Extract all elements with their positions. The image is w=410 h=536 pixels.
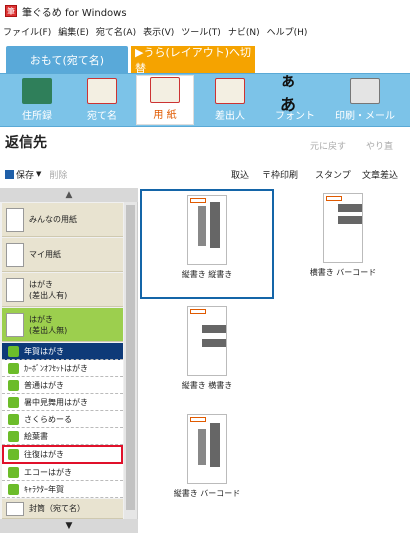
save-icon [5, 169, 14, 179]
undo-button[interactable]: 元に戻す [310, 139, 346, 152]
category-postcard-no-sender[interactable]: はがき (差出人無) [2, 308, 123, 342]
printer-icon [350, 78, 380, 104]
envelope-icon [6, 501, 24, 516]
paper-card[interactable]: 横書き バーコード [276, 189, 410, 299]
paper-card[interactable]: 縦書き バーコード [140, 410, 274, 515]
postcard-preview [187, 195, 227, 265]
item-icon [8, 483, 19, 495]
list-item[interactable]: ｶｰﾎﾞﾝｵﾌｾｯﾄはがき [2, 360, 123, 377]
menu-tools[interactable]: ツール(T) [181, 25, 221, 38]
tab-front[interactable]: おもて(宛て名) [6, 46, 128, 73]
frame-print-button[interactable]: 〒枠印刷 [262, 168, 298, 181]
address-book-icon [22, 78, 52, 104]
item-icon [8, 379, 19, 391]
postcard-icon [6, 312, 24, 337]
tab-back[interactable]: ▶うら(レイアウト)へ切替 [131, 46, 255, 75]
menu-navi[interactable]: ナビ(N) [228, 25, 260, 38]
tool-addressee[interactable]: 宛て名 [73, 75, 131, 125]
list-item[interactable]: エコーはがき [2, 464, 123, 481]
item-icon [8, 362, 19, 374]
item-icon [8, 345, 19, 357]
list-item[interactable]: さくらめーる [2, 411, 123, 428]
tool-address-book[interactable]: 住所録 [8, 75, 66, 125]
list-item[interactable]: 絵葉書 [2, 428, 123, 445]
paper-icon [150, 77, 180, 103]
postcard-preview [323, 193, 363, 263]
list-item[interactable]: ｷｬﾗｸﾀｰ年賀 [2, 481, 123, 498]
paper-icon [6, 242, 24, 267]
tool-font[interactable]: ぁあ フォント [266, 71, 324, 125]
paper-icon [6, 207, 24, 232]
paper-card[interactable]: 縦書き 横書き [140, 302, 274, 407]
category-envelope[interactable]: 封筒（宛て名） [2, 499, 123, 519]
menu-help[interactable]: ヘルプ(H) [267, 25, 308, 38]
postcard-preview [187, 414, 227, 484]
item-icon [8, 413, 19, 425]
sender-icon [215, 78, 245, 104]
font-icon: ぁあ [280, 71, 297, 114]
paper-card[interactable]: 縦書き 縦書き [140, 189, 274, 299]
action-bar: 保存 ▼ 削除 取込 〒枠印刷 スタンプ 文章差込 [0, 164, 410, 184]
title-bar: 筆 筆ぐるめ for Windows [0, 0, 410, 22]
section-title: 返信先 [5, 135, 47, 151]
list-item[interactable]: 暑中見舞用はがき [2, 394, 123, 411]
item-icon [8, 430, 19, 442]
postcard-icon [6, 277, 24, 302]
take-button[interactable]: 取込 [231, 168, 249, 181]
tool-sender[interactable]: 差出人 [201, 75, 259, 125]
tool-paper[interactable]: 用 紙 [136, 75, 194, 125]
list-item[interactable]: 普通はがき [2, 377, 123, 394]
scrollbar-thumb[interactable] [126, 205, 135, 510]
delete-button[interactable]: 削除 [49, 168, 67, 181]
scroll-down-button[interactable]: ▼ [0, 519, 138, 533]
window-title: 筆ぐるめ for Windows [22, 7, 127, 19]
item-icon [8, 466, 19, 478]
menu-bar: ファイル(F) 編集(E) 宛て名(A) 表示(V) ツール(T) ナビ(N) … [0, 22, 410, 41]
postcard-preview [187, 306, 227, 376]
item-icon [8, 396, 19, 408]
selection-highlight [2, 445, 123, 464]
app-icon: 筆 [5, 5, 17, 17]
list-item[interactable]: 年賀はがき [2, 343, 123, 360]
tool-print-mail[interactable]: 印刷・メール [330, 75, 400, 125]
stamp-button[interactable]: スタンプ [315, 168, 351, 181]
addressee-icon [87, 78, 117, 104]
scroll-up-button[interactable]: ▲ [0, 188, 138, 202]
insert-text-button[interactable]: 文章差込 [362, 168, 398, 181]
menu-view[interactable]: 表示(V) [143, 25, 174, 38]
menu-edit[interactable]: 編集(E) [58, 25, 89, 38]
chevron-down-icon[interactable]: ▼ [36, 170, 41, 178]
category-everyone-paper[interactable]: みんなの用紙 [2, 203, 123, 237]
save-button[interactable]: 保存 [16, 168, 34, 181]
redo-button[interactable]: やり直 [366, 139, 393, 152]
menu-file[interactable]: ファイル(F) [3, 25, 51, 38]
category-my-paper[interactable]: マイ用紙 [2, 238, 123, 272]
menu-address[interactable]: 宛て名(A) [96, 25, 136, 38]
category-postcard-with-sender[interactable]: はがき (差出人有) [2, 273, 123, 307]
